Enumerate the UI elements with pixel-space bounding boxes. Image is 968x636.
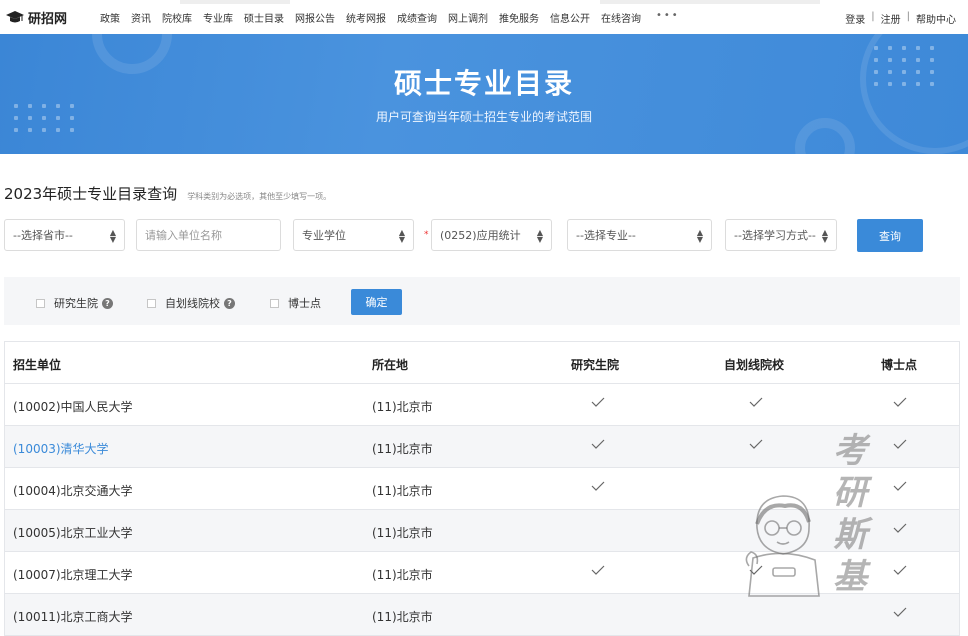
nav-item-majors[interactable]: 专业库	[203, 10, 233, 25]
location-cell: (11)北京市	[372, 610, 433, 624]
query-button[interactable]: 查询	[857, 219, 923, 252]
nav-item-policy[interactable]: 政策	[100, 10, 120, 25]
location-cell: (11)北京市	[372, 400, 433, 414]
checkbox[interactable]	[36, 298, 45, 308]
checkbox[interactable]	[270, 298, 279, 308]
search-title: 2023年硕士专业目录查询	[4, 185, 178, 203]
register-link[interactable]: 注册	[881, 11, 901, 26]
nav-item-adjustment[interactable]: 网上调剂	[448, 10, 488, 25]
table-row: (10003)清华大学 (11)北京市	[5, 426, 959, 468]
province-select-value: --选择省市--	[13, 229, 73, 242]
logo-text: 研招网	[28, 11, 68, 27]
filter-label: 自划线院校	[165, 297, 220, 310]
table-body: (10002)中国人民大学 (11)北京市 (10003)清华大学 (11)北京市 (1…	[5, 384, 959, 636]
table-row: (10011)北京工商大学 (11)北京市	[5, 594, 959, 636]
table-row: (10005)北京工业大学 (11)北京市	[5, 510, 959, 552]
province-select[interactable]: --选择省市-- ▲ ▼	[4, 219, 125, 251]
nav-item-exam-registration[interactable]: 统考网报	[346, 10, 386, 25]
help-icon[interactable]: ?	[102, 297, 113, 309]
graduation-cap-icon	[6, 11, 24, 23]
unit-name-link[interactable]: (10005)北京工业大学	[13, 524, 133, 541]
nav-item-recommendation[interactable]: 推免服务	[499, 10, 539, 25]
confirm-button[interactable]: 确定	[351, 289, 402, 315]
column-header-location: 所在地	[372, 358, 409, 372]
nav-item-score-query[interactable]: 成绩查询	[397, 10, 437, 25]
category-value: (0252)应用统计	[440, 229, 521, 242]
degree-type-value: 专业学位	[302, 229, 346, 242]
major-select[interactable]: --选择专业-- ▲ ▼	[567, 219, 712, 251]
filter-label: 博士点	[288, 297, 321, 310]
table-row: (10002)中国人民大学 (11)北京市	[5, 384, 959, 426]
major-value: --选择专业--	[576, 229, 636, 242]
table-row: (10004)北京交通大学 (11)北京市	[5, 468, 959, 510]
browser-tab-strip	[180, 0, 290, 4]
search-heading: 2023年硕士专业目录查询 学科类别为必选项，其他至少填写一项。	[4, 183, 331, 204]
results-table: 招生单位 所在地 研究生院 自划线院校 博士点 (10002)中国人民大学 (11…	[4, 341, 960, 636]
select-arrows-icon: ▲ ▼	[696, 228, 703, 244]
page-title: 硕士专业目录	[393, 67, 574, 100]
search-hint: 学科类别为必选项，其他至少填写一项。	[187, 192, 332, 201]
select-arrows-icon: ▲ ▼	[536, 228, 543, 244]
site-logo[interactable]: 研招网	[6, 8, 96, 27]
user-links: 登录 | 注册 | 帮助中心	[845, 11, 956, 26]
nav-item-master-catalog[interactable]: 硕士目录	[244, 10, 284, 25]
filter-label: 研究生院	[54, 297, 98, 310]
separator: |	[906, 11, 910, 22]
help-center-link[interactable]: 帮助中心	[916, 11, 956, 26]
location-cell: (11)北京市	[372, 526, 433, 540]
unit-name-link[interactable]: (10004)北京交通大学	[13, 482, 133, 499]
select-arrows-icon: ▲ ▼	[109, 228, 116, 244]
unit-name-link[interactable]: (10003)清华大学	[13, 440, 109, 457]
browser-tab-strip	[600, 0, 820, 4]
location-cell: (11)北京市	[372, 484, 433, 498]
nav-item-news[interactable]: 资讯	[131, 10, 151, 25]
study-mode-select[interactable]: --选择学习方式-- ▲ ▼	[725, 219, 837, 251]
select-arrows-icon: ▲ ▼	[398, 228, 405, 244]
filter-self-line[interactable]: 自划线院校 ?	[147, 295, 235, 311]
page-subtitle: 用户可查询当年硕士招生专业的考试范围	[375, 110, 592, 124]
hero-banner: 硕士专业目录 用户可查询当年硕士招生专业的考试范围	[0, 34, 968, 154]
unit-name-input[interactable]: 请输入单位名称	[136, 219, 281, 251]
main-nav: 政策 资讯 院校库 专业库 硕士目录 网报公告 统考网报 成绩查询 网上调剂 推…	[100, 10, 691, 25]
column-header-doctoral: 博士点	[881, 358, 918, 372]
unit-name-link[interactable]: (10011)北京工商大学	[13, 608, 133, 625]
unit-name-link[interactable]: (10007)北京理工大学	[13, 566, 133, 583]
column-header-unit: 招生单位	[13, 358, 62, 372]
required-mark: *	[424, 230, 429, 240]
checkbox[interactable]	[147, 298, 156, 308]
table-row: (10007)北京理工大学 (11)北京市	[5, 552, 959, 594]
login-link[interactable]: 登录	[845, 11, 865, 26]
location-cell: (11)北京市	[372, 442, 433, 456]
nav-item-online-consult[interactable]: 在线咨询	[601, 10, 641, 25]
location-cell: (11)北京市	[372, 568, 433, 582]
separator: |	[871, 11, 875, 22]
category-select[interactable]: (0252)应用统计 ▲ ▼	[431, 219, 552, 251]
nav-item-info-disclosure[interactable]: 信息公开	[550, 10, 590, 25]
filter-graduate-school[interactable]: 研究生院 ?	[36, 295, 113, 311]
top-navigation-bar: 研招网 政策 资讯 院校库 专业库 硕士目录 网报公告 统考网报 成绩查询 网上…	[0, 0, 968, 34]
nav-item-schools[interactable]: 院校库	[162, 10, 192, 25]
degree-type-select[interactable]: 专业学位 ▲ ▼	[293, 219, 414, 251]
column-header-grad-school: 研究生院	[571, 358, 620, 372]
more-menu-icon[interactable]: •••	[656, 10, 680, 25]
help-icon[interactable]: ?	[224, 297, 235, 309]
unit-name-link[interactable]: (10002)中国人民大学	[13, 398, 133, 415]
unit-name-placeholder: 请输入单位名称	[145, 229, 222, 242]
column-header-self-line: 自划线院校	[724, 358, 785, 372]
filter-doctoral[interactable]: 博士点	[270, 295, 321, 311]
select-arrows-icon: ▲ ▼	[821, 228, 828, 244]
nav-item-registration-notice[interactable]: 网报公告	[295, 10, 335, 25]
study-mode-value: --选择学习方式--	[734, 229, 816, 242]
table-header: 招生单位 所在地 研究生院 自划线院校 博士点	[5, 342, 959, 384]
